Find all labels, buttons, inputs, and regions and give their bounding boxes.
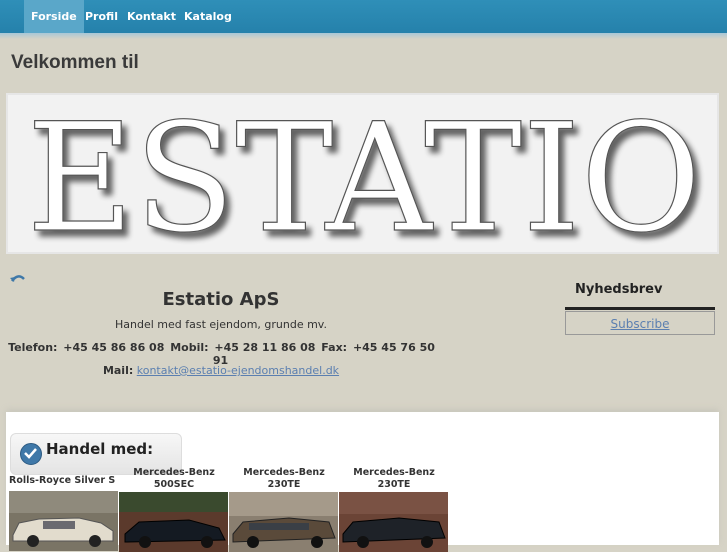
nav-shadow [0,33,727,39]
newsletter-title: Nyhedsbrev [575,282,663,297]
curved-arrow-icon [10,275,25,282]
car-photo[interactable] [119,492,228,552]
phone-value: +45 45 86 86 08 [63,341,165,354]
checkmark-icon [20,443,42,465]
nav-item-profil[interactable]: Profil [78,0,125,33]
company-tagline: Handel med fast ejendom, grunde mv. [115,318,327,331]
car-name: Mercedes-Benz 500SEC [133,467,215,490]
subscribe-link[interactable]: Subscribe [611,317,670,331]
mobile-label: Mobil: [170,341,209,354]
nav-item-forside[interactable]: Forside [24,0,84,33]
mail-link[interactable]: kontakt@estatio-ejendomshandel.dk [137,364,339,377]
estatio-banner: ESTATIO [6,93,719,254]
car-name: Mercedes-Benz 230TE [243,467,325,490]
company-name: Estatio ApS [162,289,280,310]
contact-mail: Mail: kontakt@estatio-ejendomshandel.dk [0,364,442,377]
newsletter-box: Subscribe [565,311,715,335]
mail-label: Mail: [102,364,134,377]
fax-label: Fax: [321,341,348,354]
car-item[interactable]: Rolls-Royce Silver S [9,467,119,551]
mobile-value: +45 28 11 86 08 [214,341,316,354]
car-photo[interactable] [229,492,338,552]
banner-logo-text: ESTATIO [27,95,702,254]
newsletter-divider [565,307,715,310]
handel-title: Handel med: [46,440,154,458]
car-item[interactable]: Mercedes-Benz 230TE [229,467,339,552]
nav-item-katalog[interactable]: Katalog [177,0,239,33]
car-photo[interactable] [339,492,448,552]
car-photo[interactable] [9,491,118,551]
car-name: Rolls-Royce Silver S [9,475,116,486]
page-title: Velkommen til [11,52,139,73]
phone-label: Telefon: [8,341,58,354]
car-item[interactable]: Mercedes-Benz 230TE [339,467,449,552]
car-item[interactable]: Mercedes-Benz 500SEC [119,467,229,552]
nav-item-kontakt[interactable]: Kontakt [120,0,183,33]
car-name: Mercedes-Benz 230TE [353,467,435,490]
